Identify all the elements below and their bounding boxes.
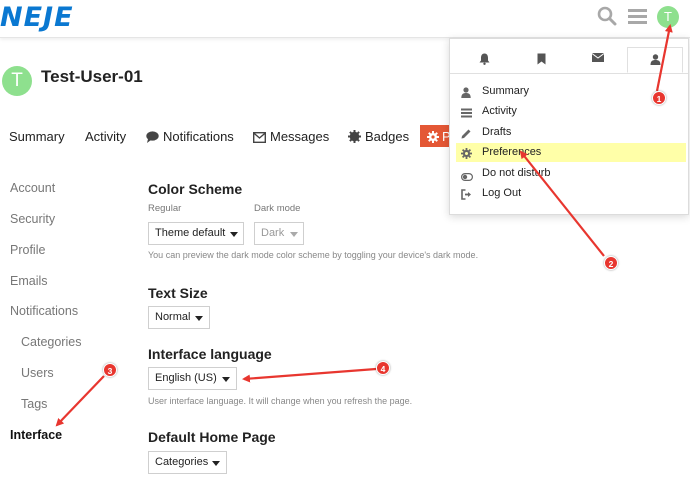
menu-item-do-not-disturb[interactable]: Do not disturb [456,164,686,183]
interface-language-title: Interface language [148,346,272,362]
tab-label: Activity [85,129,127,144]
envelope-icon [252,131,267,146]
tab-preferences[interactable]: P [420,125,451,148]
dark-mode-select[interactable]: Dark [254,222,304,245]
sidebar-item-interface[interactable]: Interface [10,428,62,442]
search-icon[interactable] [597,6,617,31]
tab-label: Messages [270,129,330,144]
annotation-marker-3: 3 [103,363,117,377]
tab-label: Notifications [163,129,234,144]
color-scheme-title: Color Scheme [148,181,243,197]
tab-label: Badges [365,129,410,144]
interface-language-hint: User interface language. It will change … [148,396,413,406]
sidebar-item-notifications[interactable]: Notifications [10,304,78,318]
caret-down-icon [230,232,238,237]
annotation-marker-1: 1 [652,91,666,105]
bell-icon [479,52,490,69]
menu-item-drafts[interactable]: Drafts [456,123,686,142]
messages-tab[interactable] [570,47,626,73]
select-value: Theme default [155,227,226,239]
comment-icon [146,131,159,146]
profile-tab[interactable] [627,47,683,73]
panel-tabs-divider [450,73,688,74]
default-home-page-title: Default Home Page [148,429,276,445]
caret-down-icon [195,316,203,321]
annotation-marker-2: 2 [604,256,618,270]
caret-down-icon [212,461,220,466]
bookmarks-tab[interactable] [513,47,569,73]
regular-label: Regular [148,203,182,214]
dark-mode-label: Dark mode [254,203,301,214]
site-logo[interactable]: NEJE [0,2,74,33]
header-avatar[interactable]: T [657,6,679,28]
default-home-page-select[interactable]: Categories [148,451,227,474]
gear-icon [427,130,439,148]
caret-down-icon [222,377,230,382]
menu-item-label: Do not disturb [482,167,551,179]
badge-icon [348,130,361,146]
interface-language-select[interactable]: English (US) [148,367,237,390]
select-value: Dark [261,227,285,239]
tab-label: Summary [9,129,65,144]
select-value: Categories [155,456,209,468]
menu-item-label: Activity [482,105,517,117]
sidebar-item-security[interactable]: Security [10,212,55,226]
menu-item-preferences[interactable]: Preferences [456,143,686,162]
text-size-title: Text Size [148,285,208,301]
color-scheme-select[interactable]: Theme default [148,222,244,245]
envelope-icon [591,49,605,66]
user-menu-panel: Summary Activity Drafts Preferences Do n… [449,38,689,215]
color-scheme-hint: You can preview the dark mode color sche… [148,250,479,260]
annotation-arrow-3 [55,375,105,427]
menu-item-label: Drafts [482,126,512,138]
bookmark-icon [537,52,546,69]
select-value: English (US) [155,372,217,384]
caret-down-icon [290,232,298,237]
select-value: Normal [155,311,191,323]
menu-item-activity[interactable]: Activity [456,102,686,121]
sidebar-item-account[interactable]: Account [10,181,55,195]
menu-item-label: Summary [482,85,530,97]
hamburger-icon[interactable] [628,8,647,30]
menu-item-label: Preferences [482,146,542,158]
user-avatar: T [2,66,32,96]
tab-activity[interactable]: Activity [85,129,126,144]
sidebar-item-profile[interactable]: Profile [10,243,45,257]
annotation-arrow-4 [242,367,377,383]
menu-item-log-out[interactable]: Log Out [456,184,686,203]
sidebar-item-categories[interactable]: Categories [21,335,81,349]
user-icon [650,52,661,69]
tab-summary[interactable]: Summary [9,129,65,144]
username-title: Test-User-01 [41,67,143,86]
sign-out-icon [461,188,472,207]
tab-badges[interactable]: Badges [348,129,409,146]
sidebar-item-users[interactable]: Users [21,366,54,380]
annotation-marker-4: 4 [376,361,390,375]
tab-notifications[interactable]: Notifications [146,129,234,146]
text-size-select[interactable]: Normal [148,306,210,329]
sidebar-item-tags[interactable]: Tags [21,397,47,411]
site-header: NEJE T [0,0,690,38]
menu-item-label: Log Out [482,187,522,199]
notifications-tab[interactable] [456,47,512,73]
tab-messages[interactable]: Messages [252,129,330,146]
sidebar-item-emails[interactable]: Emails [10,274,48,288]
